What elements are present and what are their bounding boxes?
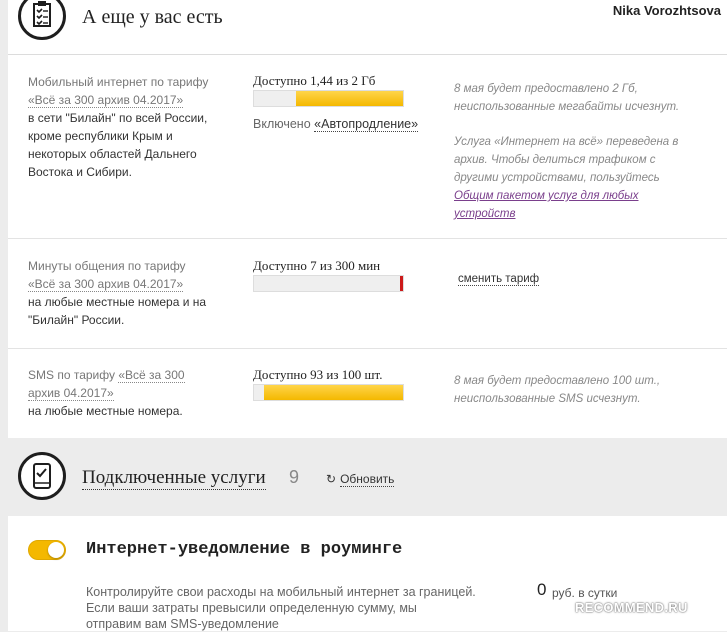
minutes-description: Минуты общения по тарифу «Всё за 300 арх… [28, 259, 207, 327]
internet-progress-fill [295, 91, 403, 106]
toggle-knob [48, 542, 64, 558]
watermark: RECOMMEND.RU [575, 600, 688, 615]
service-price: 0 [537, 580, 547, 599]
minutes-available: Доступно 7 из 300 мин [253, 258, 381, 273]
service-description: Контролируйте свои расходы на мобильный … [86, 585, 476, 631]
services-count: 9 [289, 467, 300, 487]
services-title[interactable]: Подключенные услуги [82, 467, 266, 490]
refresh-button[interactable]: ↻ Обновить [326, 472, 395, 487]
sms-progress-bar [253, 384, 404, 401]
minutes-progress-fill [399, 276, 403, 291]
sms-tariff-link[interactable]: «Всё за 300 [118, 368, 185, 383]
roaming-notification-toggle[interactable] [28, 540, 66, 560]
refresh-icon: ↻ [326, 472, 337, 486]
service-price-unit: руб. в сутки [552, 586, 618, 600]
internet-progress-bar [253, 90, 404, 107]
autoprolong-link[interactable]: «Автопродление» [314, 117, 419, 132]
sms-progress-fill [264, 385, 403, 400]
internet-available: Доступно 1,44 из 2 Гб [253, 73, 376, 88]
shared-package-link-2[interactable]: устройств [454, 208, 515, 220]
sms-tariff-link-2[interactable]: архив 04.2017» [28, 386, 114, 401]
service-name: Интернет-уведомление в роуминге [86, 540, 403, 559]
clipboard-icon [18, 0, 66, 40]
sms-description: SMS по тарифу «Всё за 300 архив 04.2017»… [28, 368, 185, 418]
internet-note: 8 мая будет предоставлено 2 Гб, неисполь… [454, 83, 680, 220]
row-divider [8, 238, 727, 239]
internet-description: Мобильный интернет по тарифу «Всё за 300… [28, 75, 209, 179]
page-title: А еще у вас есть [82, 6, 223, 28]
user-name[interactable]: Nika Vorozhtsova [613, 3, 721, 18]
phone-check-icon [18, 452, 66, 500]
sms-available: Доступно 93 из 100 шт. [253, 367, 383, 382]
change-tariff-link[interactable]: сменить тариф [458, 273, 540, 286]
sms-note: 8 мая будет предоставлено 100 шт., неисп… [454, 375, 661, 405]
internet-included: Включено «Автопродление» [253, 117, 419, 132]
minutes-progress-bar [253, 275, 404, 292]
shared-package-link[interactable]: Общим пакетом услуг для любых [454, 190, 639, 202]
internet-tariff-link[interactable]: «Всё за 300 архив 04.2017» [28, 93, 184, 108]
row-divider [8, 348, 727, 349]
minutes-tariff-link[interactable]: «Всё за 300 архив 04.2017» [28, 277, 184, 292]
